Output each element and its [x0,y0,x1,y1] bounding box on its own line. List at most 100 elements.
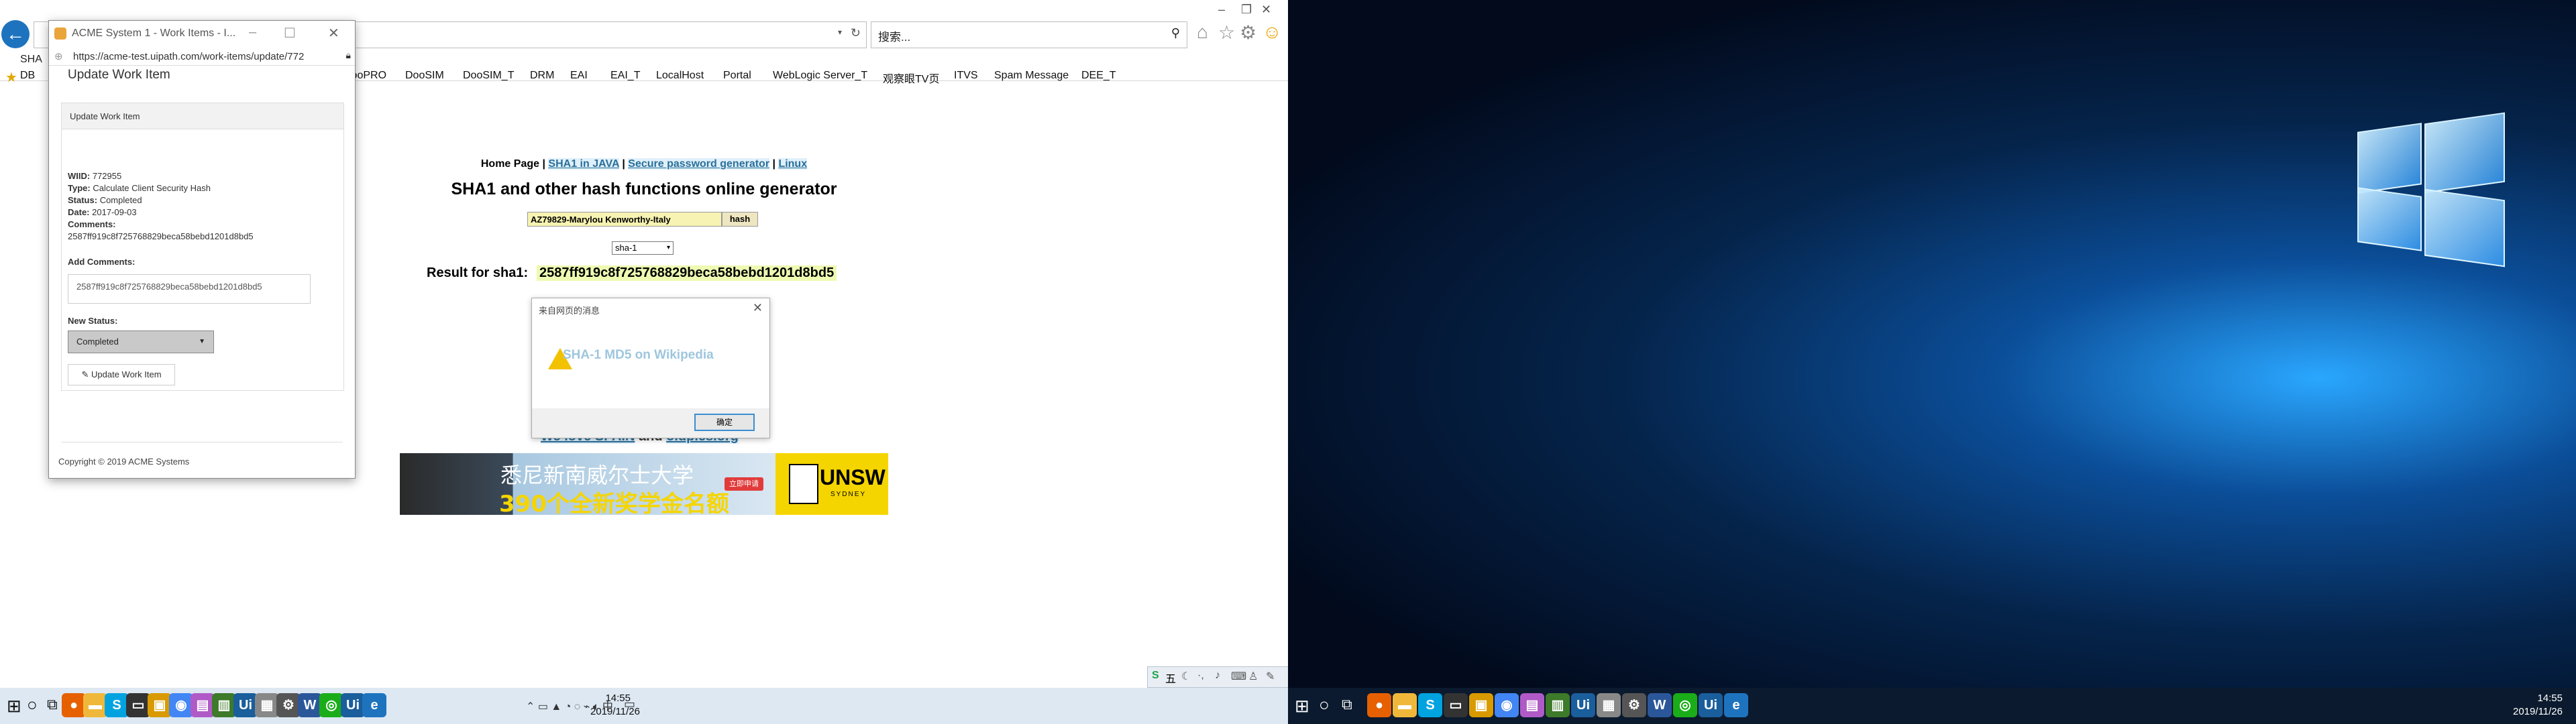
search-circle-icon[interactable]: ○ [1319,695,1330,715]
status-row: Status: Completed [68,195,142,205]
uipath-icon[interactable]: Ui [341,693,365,717]
start-windows-icon[interactable]: ⊞ [7,696,21,717]
clock-right[interactable]: 14:55 2019/11/26 [2509,692,2563,719]
algorithm-select[interactable]: sha-1 ▾ [612,241,674,255]
ime-logo-icon[interactable]: S [1152,670,1159,682]
secure-password-link[interactable]: Secure password generator [628,158,770,170]
app-icon[interactable]: ▣ [1469,693,1493,717]
nav-separator: | [772,158,775,170]
uipath-icon[interactable]: Ui [233,693,258,717]
ok-button[interactable]: 确定 [694,414,755,431]
gear-icon[interactable]: ⚙ [1240,21,1256,44]
hash-button[interactable]: hash [722,212,758,227]
ime-mode[interactable]: 五 [1165,670,1176,686]
fav-item[interactable]: 观察眼TV页 [883,70,939,86]
fav-item[interactable]: Portal [723,70,751,82]
fav-item[interactable]: DooSIM [405,70,444,82]
chrome-icon[interactable]: ◉ [169,693,193,717]
smiley-icon[interactable]: ☺ [1263,21,1282,43]
tab-title[interactable]: SHA [20,54,42,66]
uipath-icon[interactable]: Ui [1571,693,1595,717]
app-icon[interactable]: ▦ [1597,693,1621,717]
status-label: Status: [68,195,98,205]
keyboard-icon[interactable]: ⌨ [1231,670,1246,683]
chrome-icon[interactable]: ◉ [1495,693,1519,717]
app-icon[interactable]: ▤ [191,693,215,717]
sha1-java-link[interactable]: SHA1 in JAVA [548,158,619,170]
settings-gear-icon[interactable]: ⚙ [1622,693,1646,717]
ime-toolbar: S 五 ☾ ·, ♪ ⌨ ♙ ✎ [1147,666,1288,688]
monitor-left: ← ↻ ▾ 搜索... ⚲ ⌂ ☆ ⚙ ☺ – ❐ ✕ SHA ★ DB Doo… [0,0,1288,724]
close-icon[interactable]: ✕ [753,301,763,315]
file-explorer-icon[interactable]: ▬ [1393,693,1417,717]
home-icon[interactable]: ⌂ [1197,21,1208,43]
firefox-icon[interactable]: ● [62,693,86,717]
favorites-star-icon[interactable]: ★ [5,69,17,86]
punct-icon[interactable]: ·, [1197,670,1204,682]
favorites-star-icon[interactable]: ☆ [1218,21,1235,44]
fav-item[interactable]: Spam Message [994,70,1069,82]
notification-icon[interactable]: ▭ [624,697,635,711]
window-titlebar[interactable]: ACME System 1 - Work Items - I... – ☐ ✕ [49,21,355,48]
fav-item[interactable]: DEE_T [1081,70,1116,82]
fav-item[interactable]: EAI [570,70,588,82]
terminal-icon[interactable]: ▭ [126,693,150,717]
add-comments-input[interactable]: 2587ff919c8f725768829beca58bebd1201d8bd5 [68,274,311,304]
mic-icon[interactable]: ♪ [1215,670,1220,682]
search-placeholder: 搜索... [878,31,911,44]
file-explorer-icon[interactable]: ▬ [83,693,107,717]
chevron-down-icon[interactable]: ▾ [838,27,842,37]
chevron-down-icon: ▾ [666,244,670,251]
ad-line2: 390个全新奖学金名额 [499,491,729,515]
fav-item[interactable]: DRM [530,70,554,82]
ie-icon[interactable]: e [1724,693,1748,717]
word-icon[interactable]: W [1648,693,1672,717]
fav-item[interactable]: DB [20,70,35,82]
app-icon[interactable]: ▣ [148,693,172,717]
terminal-icon[interactable]: ▭ [1444,693,1468,717]
user-icon[interactable]: ♙ [1248,670,1258,683]
app-icon[interactable]: ▥ [1546,693,1570,717]
linux-link[interactable]: Linux [778,158,808,170]
window-title: ACME System 1 - Work Items - I... [72,27,236,39]
minimize-icon[interactable]: – [249,25,256,40]
app-icon[interactable]: ▥ [212,693,236,717]
fav-item[interactable]: ITVS [954,70,978,82]
search-box[interactable]: 搜索... ⚲ [871,21,1187,48]
fav-item[interactable]: DooSIM_T [463,70,514,82]
new-status-select[interactable]: Completed ▼ [68,330,214,353]
fav-item[interactable]: EAI_T [610,70,640,82]
task-view-icon[interactable]: ⧉ [47,696,58,713]
firefox-icon[interactable]: ● [1367,693,1391,717]
app-icon[interactable]: ▦ [255,693,279,717]
update-work-item-button[interactable]: ✎ Update Work Item [68,364,175,385]
fav-item[interactable]: WebLogic Server_T [773,70,867,82]
wechat-icon[interactable]: ◎ [319,693,343,717]
start-windows-icon[interactable]: ⊞ [1295,696,1309,717]
maximize-icon[interactable]: ☐ [284,25,296,42]
minimize-icon[interactable]: – [1218,3,1225,17]
skype-icon[interactable]: S [105,693,129,717]
word-icon[interactable]: W [298,693,322,717]
fav-item[interactable]: LocalHost [656,70,704,82]
page-icon: ⊕ [54,51,63,62]
hash-text-input[interactable]: AZ79829-Marylou Kenworthy-Italy [527,212,722,227]
ad-apply-button[interactable]: 立即申请 [724,477,763,491]
wrench-icon[interactable]: ✎ [1266,670,1275,683]
search-circle-icon[interactable]: ○ [27,695,38,715]
close-icon[interactable]: ✕ [1261,3,1271,17]
close-icon[interactable]: ✕ [328,25,339,42]
unsw-ad-banner[interactable]: 悉尼新南威尔士大学 390个全新奖学金名额 立即申请 UNSW SYDNEY [400,453,888,515]
wechat-icon[interactable]: ◎ [1673,693,1697,717]
app-icon[interactable]: ▤ [1520,693,1544,717]
task-view-icon[interactable]: ⧉ [1342,696,1352,713]
skype-icon[interactable]: S [1418,693,1442,717]
moon-icon[interactable]: ☾ [1181,670,1191,683]
maximize-icon[interactable]: ❐ [1241,3,1252,17]
ie-icon[interactable]: e [362,693,386,717]
search-icon[interactable]: ⚲ [1171,26,1180,40]
refresh-icon[interactable]: ↻ [851,26,861,40]
uipath-icon[interactable]: Ui [1699,693,1723,717]
settings-gear-icon[interactable]: ⚙ [276,693,301,717]
back-arrow-icon[interactable]: ← [1,20,30,48]
